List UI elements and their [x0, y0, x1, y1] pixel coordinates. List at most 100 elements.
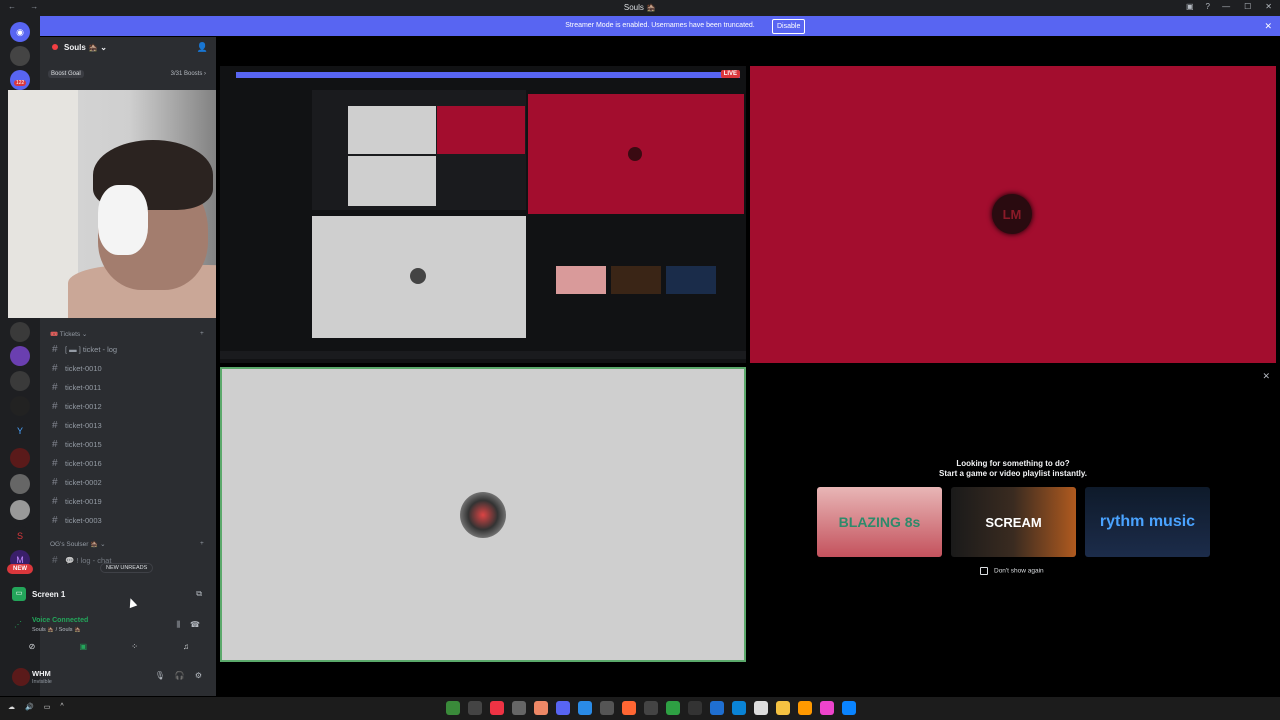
- new-unreads-pill[interactable]: NEW UNREADS: [100, 563, 154, 573]
- server-icon[interactable]: [10, 396, 30, 416]
- server-icon[interactable]: S: [10, 526, 30, 546]
- share-screen-button[interactable]: ▣: [65, 640, 101, 654]
- settings-gear-icon[interactable]: ⚙: [195, 671, 202, 680]
- channel-item[interactable]: # ticket-0013: [48, 417, 208, 434]
- network-icon[interactable]: ▭: [44, 703, 51, 711]
- edge-icon[interactable]: [732, 701, 746, 715]
- inbox-icon[interactable]: ▣: [1186, 2, 1194, 11]
- app-icon[interactable]: [468, 701, 482, 715]
- help-icon[interactable]: ?: [1206, 2, 1210, 11]
- disable-streamer-mode-button[interactable]: Disable: [772, 19, 806, 34]
- maximize-icon[interactable]: ☐: [1244, 2, 1251, 11]
- soundboard-button[interactable]: ♫: [168, 640, 204, 654]
- close-window-icon[interactable]: ✕: [1265, 2, 1272, 11]
- activity-card-blazing-8s[interactable]: BLAZING 8s: [817, 487, 942, 557]
- channel-item[interactable]: # ticket-0010: [48, 360, 208, 377]
- channel-item[interactable]: #[ ▬ ] ticket - log: [48, 341, 208, 358]
- channel-item[interactable]: # ticket-0012: [48, 398, 208, 415]
- live-badge: LIVE: [720, 70, 740, 78]
- streamer-mode-banner: Streamer Mode is enabled. Usernames have…: [40, 16, 1280, 36]
- server-dot-icon: [52, 44, 58, 50]
- chrome-icon[interactable]: [490, 701, 504, 715]
- add-member-icon[interactable]: 👤: [197, 42, 208, 53]
- discord-icon[interactable]: [556, 701, 570, 715]
- noise-suppression-icon[interactable]: ⫼: [176, 620, 180, 630]
- popout-icon[interactable]: ⧉: [196, 589, 202, 599]
- dont-show-again-checkbox[interactable]: Don't show again: [980, 567, 1044, 575]
- app-icon[interactable]: [644, 701, 658, 715]
- banner-message: Streamer Mode is enabled. Usernames have…: [565, 22, 755, 29]
- headphones-icon[interactable]: 🎧: [175, 671, 185, 680]
- add-channel-icon[interactable]: +: [200, 330, 204, 337]
- suggest-subheading: Start a game or video playlist instantly…: [939, 469, 1087, 478]
- server-icon[interactable]: Y: [10, 421, 30, 441]
- windows-start-icon[interactable]: [842, 701, 856, 715]
- server-icon[interactable]: [10, 322, 30, 342]
- checkbox-icon[interactable]: [980, 567, 988, 575]
- discord-home-icon[interactable]: ◉: [10, 22, 30, 42]
- app-icon[interactable]: [798, 701, 812, 715]
- app-icon[interactable]: [820, 701, 834, 715]
- app-icon[interactable]: [512, 701, 526, 715]
- screen-share-label: Screen 1: [32, 590, 66, 599]
- stream-tile-screen[interactable]: LIVE: [220, 66, 746, 363]
- activity-card-rythm[interactable]: rythm music: [1085, 487, 1210, 557]
- disconnect-icon[interactable]: ☎: [190, 620, 200, 630]
- suggest-heading: Looking for something to do?: [956, 459, 1070, 468]
- minimize-icon[interactable]: —: [1222, 2, 1230, 11]
- close-icon[interactable]: ✕: [1262, 371, 1270, 382]
- server-name: Souls 🏚️ ⌄: [64, 43, 107, 52]
- stream-logo: LM: [992, 194, 1032, 234]
- voice-location[interactable]: Souls 🏚️ / Souls 🏚️: [32, 627, 81, 633]
- channel-item[interactable]: # ticket-0011: [48, 379, 208, 396]
- channel-item[interactable]: # ticket-0002: [48, 474, 208, 491]
- app-icon[interactable]: [666, 701, 680, 715]
- firefox-icon[interactable]: [622, 701, 636, 715]
- hash-icon: #: [52, 382, 58, 393]
- channel-item[interactable]: # ticket-0019: [48, 493, 208, 510]
- app-icon[interactable]: [446, 701, 460, 715]
- screen-share-row[interactable]: ▭ Screen 1 ⧉: [8, 585, 208, 605]
- weather-icon[interactable]: ☁: [8, 703, 15, 711]
- channel-item[interactable]: # ticket-0015: [48, 436, 208, 453]
- add-channel-icon[interactable]: +: [200, 540, 204, 547]
- user-avatar-tile: [460, 492, 506, 538]
- username[interactable]: WHM: [32, 669, 51, 678]
- volume-icon[interactable]: 🔊: [25, 703, 34, 711]
- server-icon[interactable]: [10, 500, 30, 520]
- hash-icon: #: [52, 496, 58, 507]
- server-icon[interactable]: [10, 448, 30, 468]
- avatar[interactable]: [12, 668, 30, 686]
- signal-icon[interactable]: ⋰: [14, 620, 22, 629]
- camera-off-button[interactable]: ⊘: [14, 640, 50, 654]
- file-explorer-icon[interactable]: [776, 701, 790, 715]
- server-header[interactable]: Souls 🏚️ ⌄ 👤: [40, 36, 216, 58]
- user-panel: WHM Invisible 🎙 🎧 ⚙: [8, 662, 208, 690]
- microphone-icon[interactable]: 🎙: [155, 671, 165, 680]
- category-tickets[interactable]: 🎟️ Tickets ⌄ +: [50, 330, 204, 338]
- server-icon[interactable]: [10, 346, 30, 366]
- server-icon[interactable]: [10, 474, 30, 494]
- category-og-soulser[interactable]: OG's Soulser 🏚️ ⌄ +: [50, 540, 204, 548]
- voice-status[interactable]: Voice Connected: [32, 617, 88, 624]
- banner-close-icon[interactable]: ✕: [1264, 21, 1272, 32]
- hash-icon: #: [52, 363, 58, 374]
- store-icon[interactable]: [754, 701, 768, 715]
- new-badge: NEW: [7, 564, 33, 574]
- user-status: Invisible: [32, 679, 52, 685]
- tray-chevron-icon[interactable]: ^: [60, 703, 63, 711]
- server-icon[interactable]: [10, 371, 30, 391]
- channel-item[interactable]: # ticket-0003: [48, 512, 208, 529]
- boost-goal-bar[interactable]: Boost Goal 3/31 Boosts ›: [44, 68, 210, 80]
- app-icon[interactable]: [534, 701, 548, 715]
- app-icon[interactable]: [600, 701, 614, 715]
- activities-button[interactable]: ⁘: [117, 640, 153, 654]
- stream-logo: [410, 268, 426, 284]
- app-icon[interactable]: [578, 701, 592, 715]
- activity-card-scream[interactable]: SCREAM: [951, 487, 1076, 557]
- channel-item[interactable]: # ticket-0016: [48, 455, 208, 472]
- app-icon[interactable]: [688, 701, 702, 715]
- hash-icon: #: [52, 439, 58, 450]
- vscode-icon[interactable]: [710, 701, 724, 715]
- server-icon[interactable]: [10, 46, 30, 66]
